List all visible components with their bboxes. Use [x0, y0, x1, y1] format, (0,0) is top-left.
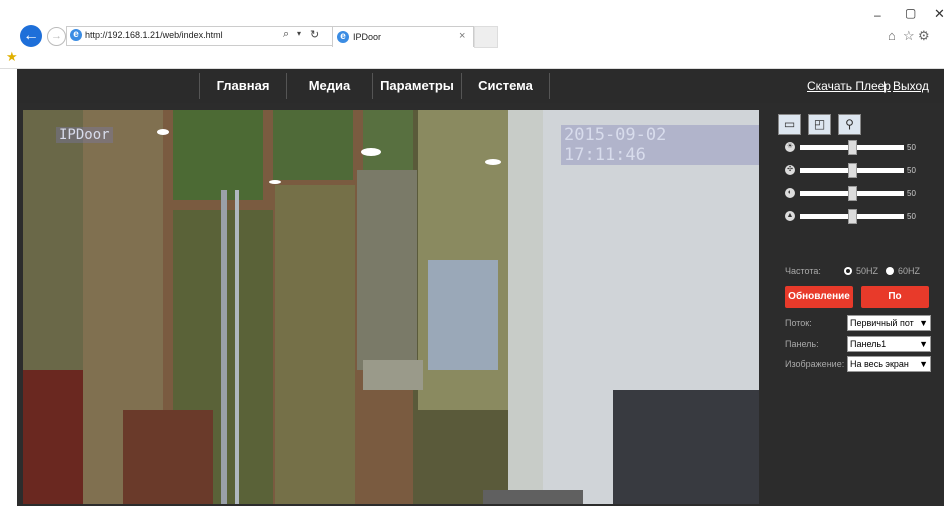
settings-icon[interactable]: ⚲ — [838, 114, 861, 135]
radio-50hz[interactable] — [844, 267, 852, 275]
contrast-value: 50 — [907, 166, 916, 175]
main-nav: Главная Медиа Параметры Система — [17, 69, 944, 103]
camera-icon[interactable]: ▭ — [778, 114, 801, 135]
panel-select[interactable]: Панель1 ▼ — [847, 336, 931, 352]
panel-label: Панель: — [785, 339, 819, 349]
address-url[interactable]: http://192.168.1.21/web/index.html — [85, 30, 223, 40]
osd-timestamp: 2015-09-02 17:11:46 — [561, 125, 759, 165]
download-player-link[interactable]: Скачать Плеер — [807, 79, 891, 93]
frequency-label: Частота: — [785, 266, 821, 276]
nav-item-media[interactable]: Медиа — [287, 69, 372, 103]
add-favorite-icon[interactable]: ★ — [6, 49, 18, 65]
contrast-icon: ✣ — [785, 165, 795, 175]
osd-camera-name: IPDoor — [56, 127, 113, 143]
sharpness-slider-thumb[interactable] — [848, 209, 857, 224]
sharpness-icon: ▲ — [785, 211, 795, 221]
refresh-button[interactable]: Обновление — [785, 286, 853, 308]
chevron-down-icon: ▼ — [919, 359, 928, 369]
saturation-icon: ◐ — [785, 188, 795, 198]
image-select[interactable]: На весь экран ▼ — [847, 356, 931, 372]
nav-item-system[interactable]: Система — [462, 69, 549, 103]
brightness-slider-thumb[interactable] — [848, 140, 857, 155]
minimize-icon[interactable]: – — [874, 8, 881, 22]
window-close-icon[interactable]: ✕ — [934, 6, 944, 22]
tab-close-icon[interactable]: × — [459, 30, 465, 42]
chevron-down-icon: ▼ — [919, 339, 928, 349]
panel-select-value: Панель1 — [850, 339, 887, 349]
image-label: Изображение: — [785, 359, 845, 369]
default-button[interactable]: По умолчанию — [861, 286, 929, 324]
tab-title: IPDoor — [353, 32, 382, 42]
freq-60-label: 60HZ — [898, 266, 921, 276]
browser-tab[interactable]: e IPDoor × — [332, 26, 474, 47]
logout-link[interactable]: Выход — [893, 79, 929, 93]
video-feed[interactable]: IPDoor 2015-09-02 17:11:46 — [23, 110, 759, 504]
address-bar[interactable]: e http://192.168.1.21/web/index.html ⌕ ▾… — [66, 26, 333, 46]
home-icon[interactable]: ⌂ — [888, 28, 896, 43]
stream-label: Поток: — [785, 318, 812, 328]
nav-item-home[interactable]: Главная — [200, 69, 286, 103]
new-tab-button[interactable] — [474, 26, 498, 48]
maximize-icon[interactable]: ▢ — [905, 6, 916, 20]
camera-image — [23, 110, 759, 504]
search-icon[interactable]: ⌕ — [283, 28, 289, 41]
nav-divider — [549, 73, 550, 99]
stream-select-value: Первичный пот — [850, 318, 914, 328]
stream-select[interactable]: Первичный пот ▼ — [847, 315, 931, 331]
chevron-down-icon: ▼ — [919, 318, 928, 328]
radio-selected-dot — [846, 269, 850, 273]
brightness-value: 50 — [907, 143, 916, 152]
forward-icon[interactable]: → — [47, 27, 66, 46]
back-icon[interactable]: ← — [20, 25, 42, 47]
saturation-slider-thumb[interactable] — [848, 186, 857, 201]
favorites-bar: ★ — [0, 48, 944, 69]
refresh-icon[interactable]: ↻ — [310, 28, 319, 41]
ie-logo-icon: e — [70, 29, 82, 41]
snapshot-icon[interactable]: ◰ — [808, 114, 831, 135]
freq-50-label: 50HZ — [856, 266, 879, 276]
nav-item-parameters[interactable]: Параметры — [373, 69, 461, 103]
contrast-slider-thumb[interactable] — [848, 163, 857, 178]
saturation-value: 50 — [907, 189, 916, 198]
dropdown-icon[interactable]: ▾ — [297, 29, 301, 38]
link-separator: | — [883, 79, 887, 93]
image-select-value: На весь экран — [850, 359, 909, 369]
ie-logo-icon: e — [337, 31, 349, 43]
gear-icon[interactable]: ⚙ — [918, 28, 930, 44]
radio-60hz[interactable] — [886, 267, 894, 275]
brightness-icon: ☀ — [785, 142, 795, 152]
sharpness-value: 50 — [907, 212, 916, 221]
favorites-icon[interactable]: ☆ — [903, 28, 915, 44]
